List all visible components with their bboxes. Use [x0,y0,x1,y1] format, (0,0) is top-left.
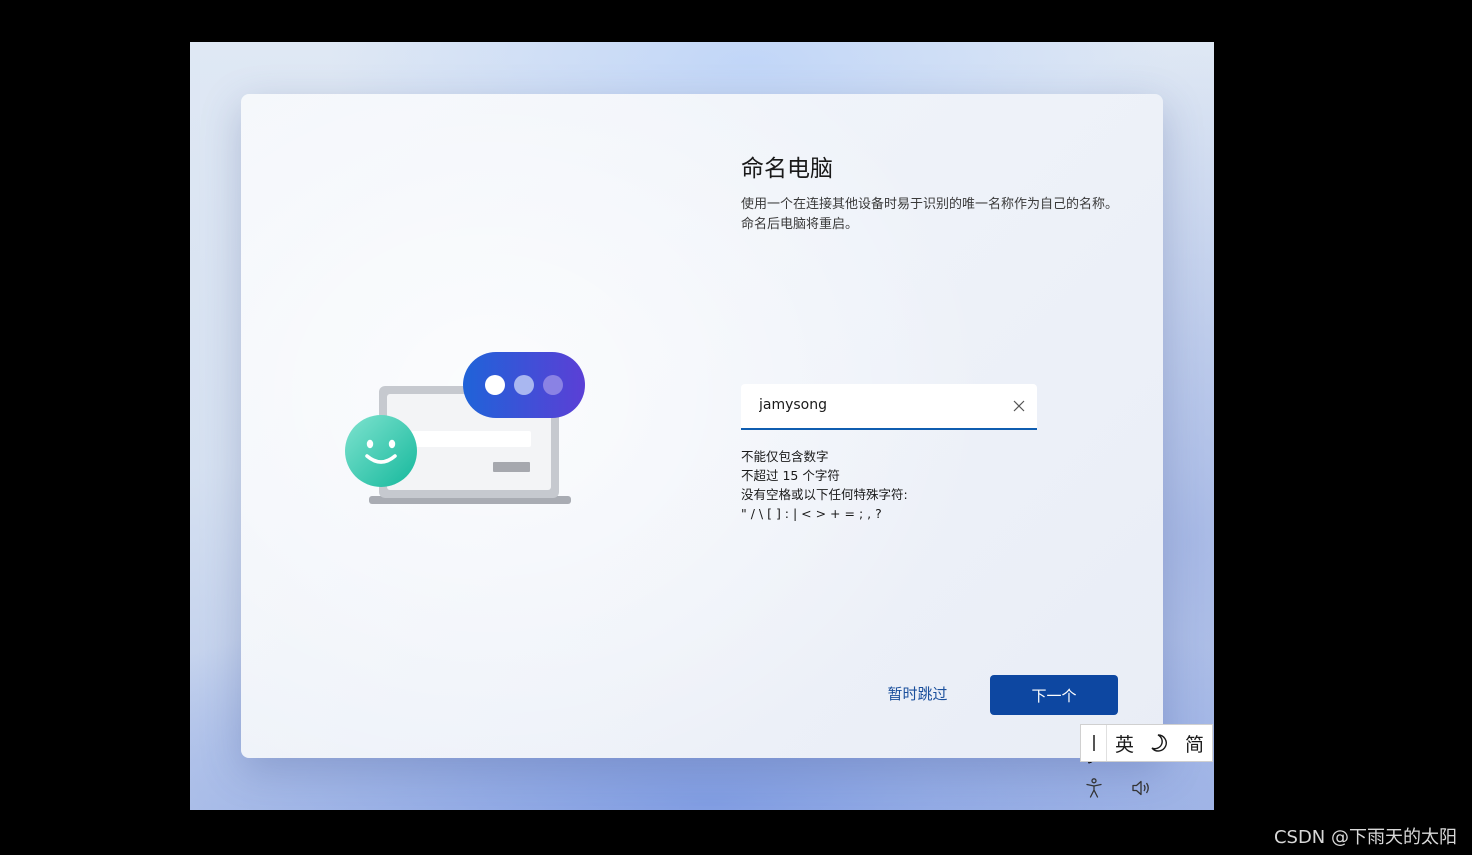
ime-width-toggle[interactable] [1142,725,1177,761]
laptop-chat-illustration [345,352,585,504]
volume-button[interactable] [1130,776,1154,800]
half-width-moon-icon [1150,734,1167,752]
skip-for-now-link[interactable]: 暂时跳过 [875,681,960,707]
rule-item: 没有空格或以下任何特殊字符: [741,487,908,502]
rule-item: " / \ [ ] : | < > + = ; , ? [741,506,882,521]
ime-mode-toggle[interactable]: 英 [1107,725,1142,761]
page-description: 使用一个在连接其他设备时易于识别的唯一名称作为自己的名称。命名后电脑将重启。 [741,197,1119,232]
page-title: 命名电脑 [741,156,833,182]
screen-input-line [411,431,531,447]
rule-item: 不能仅包含数字 [741,449,829,464]
screen-button [493,462,530,472]
ime-toolbar: 英 简 [1080,724,1213,762]
smiley-face-icon [345,415,417,487]
rule-item: 不超过 15 个字符 [741,468,840,483]
close-icon [1013,400,1025,412]
accessibility-icon [1086,778,1102,798]
name-rules: 不能仅包含数字 不超过 15 个字符 没有空格或以下任何特殊字符: " / \ … [741,447,908,523]
vm-screen: 命名电脑 使用一个在连接其他设备时易于识别的唯一名称作为自己的名称。命名后电脑将… [190,42,1214,810]
ime-charset-toggle[interactable]: 简 [1177,725,1212,761]
volume-icon [1132,780,1149,796]
grip-icon [1092,735,1095,751]
computer-name-field[interactable] [741,384,1037,430]
watermark: CSDN @下雨天的太阳 [1273,827,1457,848]
ime-drag-handle[interactable] [1081,725,1107,761]
accessibility-button[interactable] [1082,776,1106,800]
clear-input-button[interactable] [1007,394,1031,418]
computer-name-input[interactable] [759,394,999,416]
next-button[interactable]: 下一个 [990,675,1118,715]
setup-card: 命名电脑 使用一个在连接其他设备时易于识别的唯一名称作为自己的名称。命名后电脑将… [241,94,1163,764]
